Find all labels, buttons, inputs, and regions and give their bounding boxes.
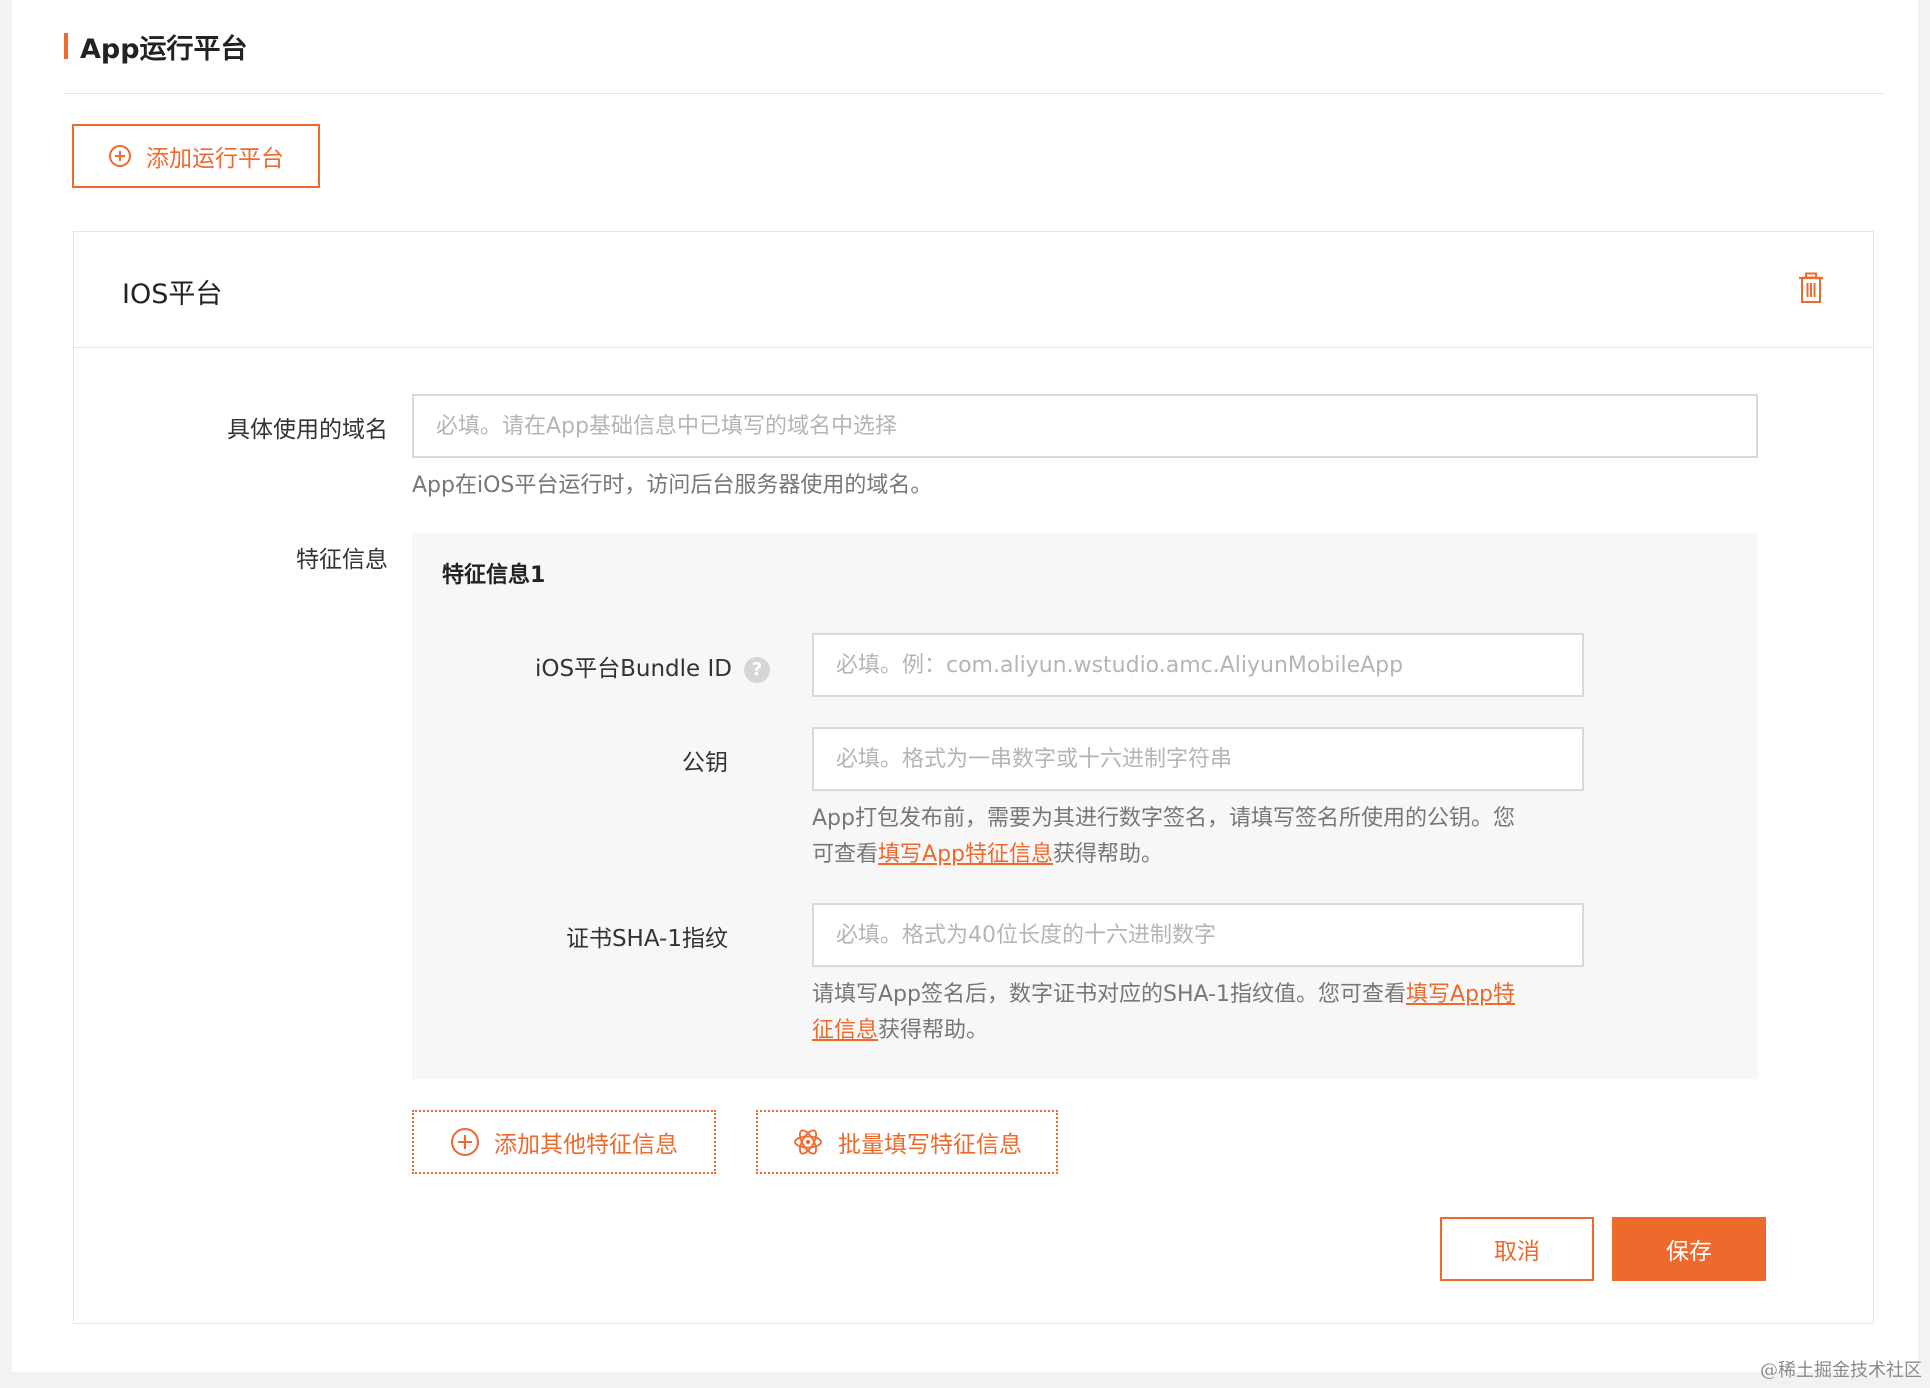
batch-fill-button[interactable]: 批量填写特征信息 bbox=[756, 1110, 1058, 1174]
sha1-hint: 请填写App签名后，数字证书对应的SHA-1指纹值。您可查看填写App特 征信息… bbox=[812, 977, 1612, 1049]
cancel-button[interactable]: 取消 bbox=[1440, 1217, 1594, 1281]
public-key-hint-line1: App打包发布前，需要为其进行数字签名，请填写签名所使用的公钥。您 bbox=[812, 806, 1515, 831]
delete-platform-button[interactable] bbox=[1797, 272, 1825, 304]
page-title: App运行平台 bbox=[64, 30, 248, 65]
bundle-id-input[interactable] bbox=[812, 633, 1584, 697]
sha1-hint-line2: 征信息获得帮助。 bbox=[812, 1013, 1612, 1049]
sha1-label: 证书SHA-1指纹 bbox=[565, 926, 728, 952]
plus-circle-icon bbox=[109, 145, 131, 167]
public-key-hint-suffix: 获得帮助。 bbox=[1053, 842, 1164, 867]
trash-icon bbox=[1799, 272, 1823, 303]
save-button[interactable]: 保存 bbox=[1612, 1217, 1766, 1281]
features-label: 特征信息 bbox=[296, 547, 388, 573]
sha1-hint-suffix: 获得帮助。 bbox=[878, 1018, 989, 1043]
feature-group-title: 特征信息1 bbox=[442, 563, 546, 588]
help-icon[interactable]: ? bbox=[744, 656, 770, 683]
batch-fill-label: 批量填写特征信息 bbox=[838, 1132, 1022, 1158]
add-platform-label: 添加运行平台 bbox=[146, 146, 284, 172]
public-key-hint-line2: 可查看填写App特征信息获得帮助。 bbox=[812, 837, 1612, 873]
public-key-help-link[interactable]: 填写App特征信息 bbox=[878, 842, 1053, 867]
public-key-hint-prefix: 可查看 bbox=[812, 842, 879, 867]
sha1-hint-prefix: 请填写App签名后，数字证书对应的SHA-1指纹值。您可查看 bbox=[812, 982, 1406, 1007]
atom-icon bbox=[794, 1129, 822, 1155]
bundle-id-label: iOS平台Bundle ID? bbox=[442, 649, 770, 683]
main-panel: App运行平台 添加运行平台 IOS平台 具体使用的域名 必填。请在App基础信… bbox=[12, 0, 1918, 1372]
public-key-label: 公钥 bbox=[682, 750, 728, 776]
plus-circle-icon bbox=[451, 1128, 479, 1156]
card-header: IOS平台 bbox=[74, 232, 1873, 348]
watermark: @稀土掘金技术社区 bbox=[1760, 1360, 1922, 1381]
sha1-hint-line1: 请填写App签名后，数字证书对应的SHA-1指纹值。您可查看填写App特 bbox=[812, 977, 1612, 1013]
card-title: IOS平台 bbox=[122, 279, 223, 310]
title-accent-bar bbox=[64, 33, 68, 59]
add-feature-button[interactable]: 添加其他特征信息 bbox=[412, 1110, 716, 1174]
bundle-id-label-text: iOS平台Bundle ID bbox=[535, 656, 732, 682]
add-platform-button[interactable]: 添加运行平台 bbox=[72, 124, 320, 188]
page-title-text: App运行平台 bbox=[80, 33, 248, 65]
ios-platform-card: IOS平台 具体使用的域名 App在iOS平台运行时，访问后台服务器使用的域名。… bbox=[73, 231, 1874, 1324]
sha1-input[interactable] bbox=[812, 903, 1584, 967]
add-feature-label: 添加其他特征信息 bbox=[494, 1132, 678, 1158]
sha1-help-link-part2[interactable]: 征信息 bbox=[812, 1018, 878, 1043]
domain-label: 具体使用的域名 bbox=[227, 417, 388, 443]
title-divider bbox=[64, 93, 1884, 94]
sha1-help-link-part1[interactable]: 填写App特 bbox=[1406, 982, 1515, 1007]
feature-group: 特征信息1 iOS平台Bundle ID? 公钥 App打包发布前，需要为其进行… bbox=[412, 533, 1758, 1079]
domain-input[interactable] bbox=[412, 394, 1758, 458]
domain-hint: App在iOS平台运行时，访问后台服务器使用的域名。 bbox=[412, 473, 933, 498]
public-key-input[interactable] bbox=[812, 727, 1584, 791]
public-key-hint: App打包发布前，需要为其进行数字签名，请填写签名所使用的公钥。您 可查看填写A… bbox=[812, 801, 1612, 873]
